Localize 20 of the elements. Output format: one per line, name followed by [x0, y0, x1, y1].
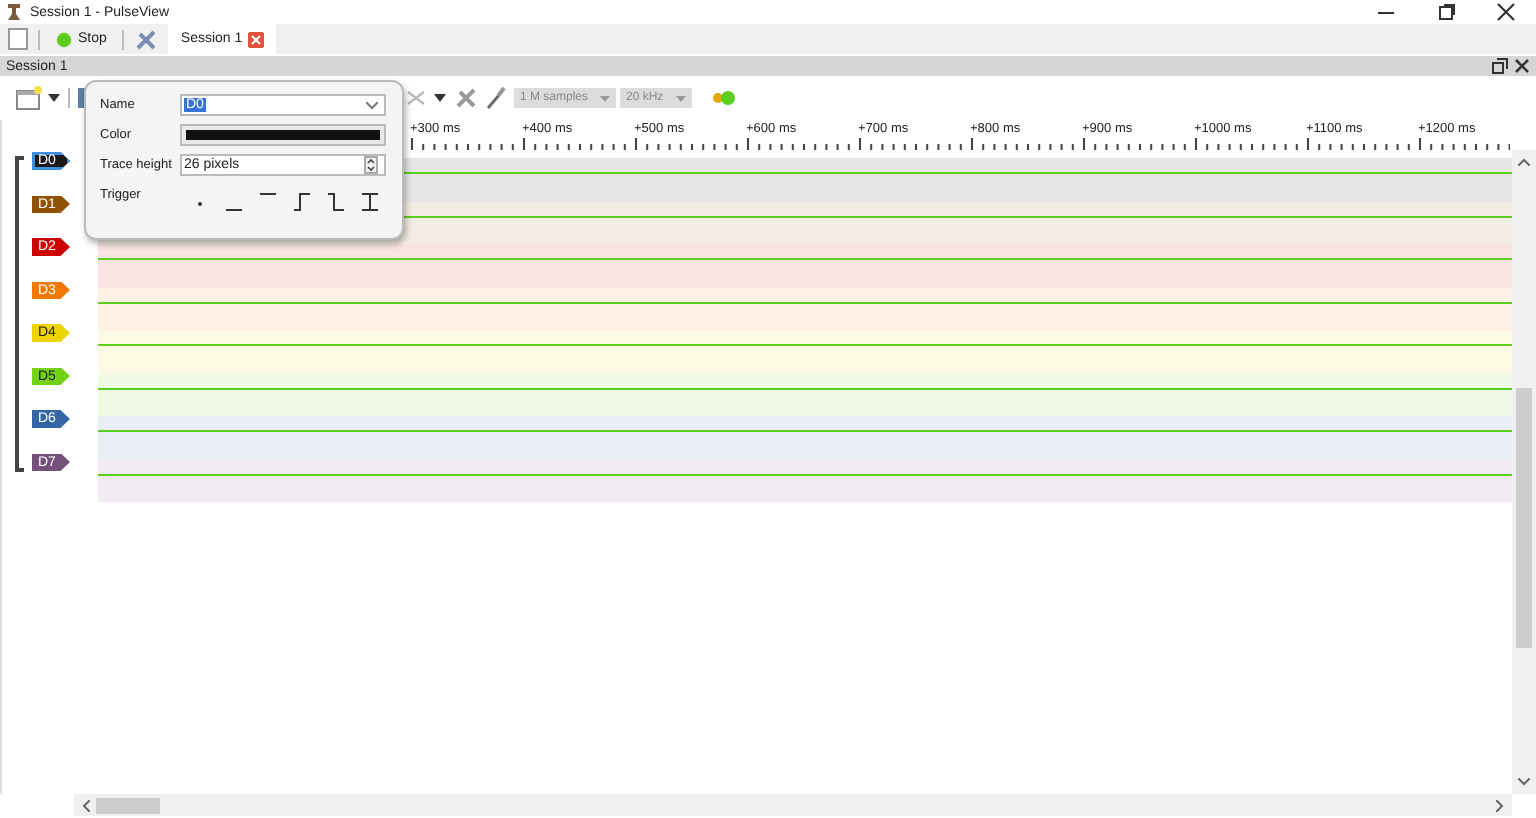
caret-icon[interactable]: [48, 94, 60, 102]
status-icon: [56, 31, 72, 47]
probe-icon[interactable]: [486, 86, 506, 110]
vertical-scrollbar[interactable]: [1512, 150, 1536, 794]
spin-arrows-icon: [364, 156, 378, 174]
new-document-icon[interactable]: [8, 28, 28, 50]
horizontal-scrollbar[interactable]: [74, 794, 1512, 816]
caret-icon: [366, 101, 378, 109]
caret-icon: [676, 95, 686, 101]
scroll-thumb[interactable]: [96, 797, 160, 813]
falling-edge-icon[interactable]: [326, 191, 346, 211]
close-icon[interactable]: [1514, 58, 1530, 74]
float-icon[interactable]: [1492, 58, 1508, 74]
caret-icon[interactable]: [434, 94, 446, 102]
scroll-thumb[interactable]: [1516, 388, 1532, 648]
either-edge-icon[interactable]: [360, 191, 380, 211]
caret-icon: [600, 95, 610, 101]
color-button[interactable]: [180, 124, 386, 146]
rising-edge-icon[interactable]: [292, 191, 312, 211]
app-icon: [6, 2, 22, 22]
